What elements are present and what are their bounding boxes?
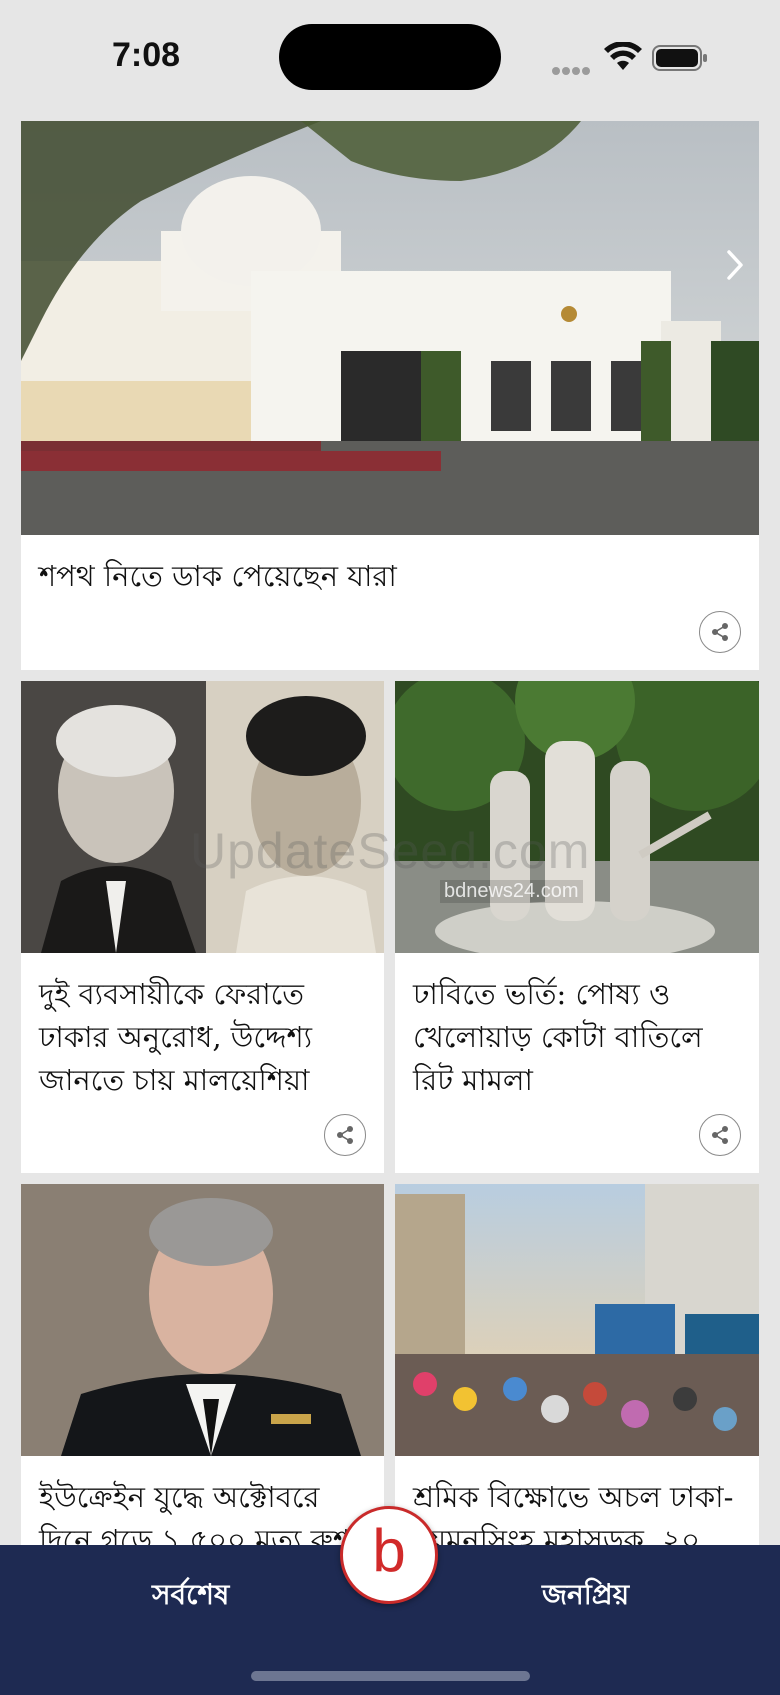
- news-card[interactable]: দুই ব্যবসায়ীকে ফেরাতে ঢাকার অনুরোধ, উদ্…: [21, 681, 384, 1173]
- battery-icon: [652, 45, 707, 71]
- lead-news-headline[interactable]: শপথ নিতে ডাক পেয়েছেন যারা: [39, 555, 741, 598]
- news-image[interactable]: [395, 681, 759, 953]
- cellular-signal-icon: [552, 60, 594, 75]
- photo-credit-text: bdnews24.com: [440, 880, 583, 903]
- news-headline[interactable]: ঢাবিতে ভর্তি: পোষ্য ও খেলোয়াড় কোটা বাত…: [413, 973, 741, 1102]
- news-headline[interactable]: দুই ব্যবসায়ীকে ফেরাতে ঢাকার অনুরোধ, উদ্…: [39, 973, 366, 1102]
- dynamic-island: [279, 24, 501, 90]
- wifi-icon: [604, 42, 642, 70]
- lead-news-image[interactable]: [21, 121, 759, 535]
- tab-popular[interactable]: জনপ্রিয়: [542, 1573, 629, 1620]
- news-card[interactable]: ঢাবিতে ভর্তি: পোষ্য ও খেলোয়াড় কোটা বাত…: [395, 681, 759, 1173]
- home-logo-button[interactable]: b: [340, 1506, 438, 1604]
- status-time: 7:08: [112, 36, 181, 74]
- chevron-right-icon[interactable]: [725, 249, 745, 281]
- news-image[interactable]: [395, 1184, 759, 1456]
- lead-news-card[interactable]: শপথ নিতে ডাক পেয়েছেন যারা: [21, 121, 759, 670]
- share-icon[interactable]: [324, 1114, 366, 1156]
- home-indicator: [251, 1671, 530, 1681]
- logo-letter: b: [372, 1517, 406, 1584]
- news-card[interactable]: ইউক্রেইন যুদ্ধে অক্টোবরে দিনে গড়ে ১,৫০০…: [21, 1184, 384, 1564]
- share-icon[interactable]: [699, 1114, 741, 1156]
- tab-latest[interactable]: সর্বশেষ: [152, 1573, 229, 1620]
- status-bar: 7:08: [0, 0, 780, 115]
- news-card[interactable]: শ্রমিক বিক্ষোভে অচল ঢাকা-ময়মনসিংহ মহাসড…: [395, 1184, 759, 1564]
- share-icon[interactable]: [699, 611, 741, 653]
- news-image[interactable]: [21, 681, 384, 953]
- news-image[interactable]: [21, 1184, 384, 1456]
